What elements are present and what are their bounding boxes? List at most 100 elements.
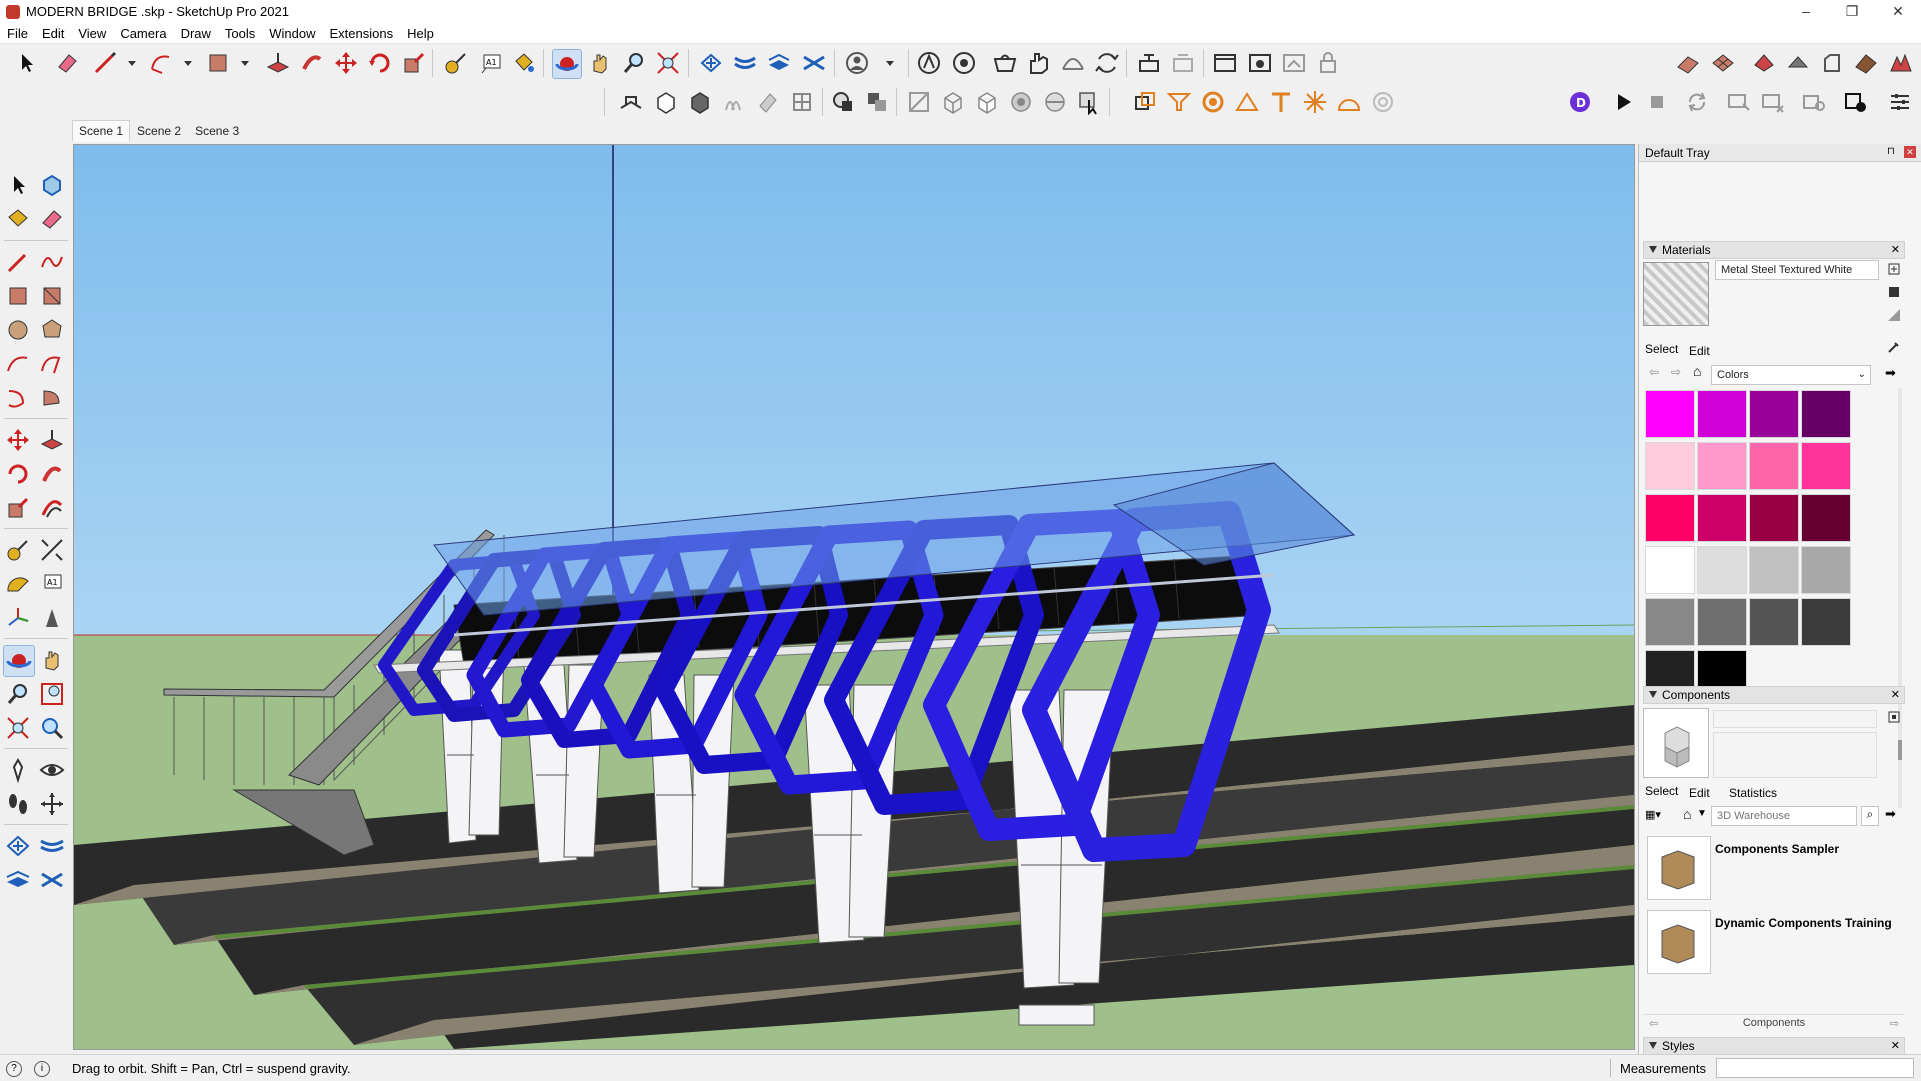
sample-paint-icon[interactable] xyxy=(1887,285,1901,299)
color-swatch[interactable] xyxy=(1749,390,1799,438)
sandbox-from-scratch-icon[interactable] xyxy=(1709,49,1737,77)
sandbox-tool-icon[interactable] xyxy=(697,49,725,77)
rectangle-tool-icon[interactable] xyxy=(204,49,232,77)
solid-tools-icon[interactable] xyxy=(863,88,891,116)
previous-view-icon[interactable] xyxy=(37,713,67,743)
drape-tool-icon[interactable] xyxy=(800,49,828,77)
shape-dropdown-icon[interactable] xyxy=(231,49,259,77)
color-swatch[interactable] xyxy=(1801,546,1851,594)
menu-edit[interactable]: Edit xyxy=(35,24,71,44)
forward-arrow-icon[interactable]: ⇨ xyxy=(1671,365,1681,379)
protractor-tool-icon[interactable] xyxy=(1233,88,1261,116)
section-plane-icon[interactable] xyxy=(37,789,67,819)
line-tool-icon[interactable] xyxy=(3,247,33,277)
back-arrow-icon[interactable]: ⇦ xyxy=(1649,365,1659,379)
color-swatch[interactable] xyxy=(1801,442,1851,490)
color-swatch[interactable] xyxy=(1697,546,1747,594)
follow-me-tool-icon[interactable] xyxy=(298,49,326,77)
component-description-field[interactable] xyxy=(1713,732,1877,778)
move-tool-icon[interactable] xyxy=(332,49,360,77)
sandbox-tool-icon[interactable] xyxy=(3,831,33,861)
sandbox-from-contours-icon[interactable] xyxy=(1674,49,1702,77)
material-name-field[interactable]: Metal Steel Textured White xyxy=(1715,260,1879,280)
style-builder-icon[interactable] xyxy=(1246,49,1274,77)
close-button[interactable]: ✕ xyxy=(1875,0,1921,24)
zoom-window-icon[interactable] xyxy=(37,679,67,709)
geo-location-status-icon[interactable]: ? xyxy=(6,1061,22,1077)
menu-camera[interactable]: Camera xyxy=(113,24,173,44)
photo-texture-icon[interactable] xyxy=(1818,49,1846,77)
component-attributes-icon[interactable] xyxy=(1199,88,1227,116)
rectangle-tool-icon[interactable] xyxy=(3,281,33,311)
color-swatch[interactable] xyxy=(1697,494,1747,542)
shadows-icon[interactable] xyxy=(1335,88,1363,116)
xray-style-icon[interactable] xyxy=(905,88,933,116)
orbit-tool-icon[interactable] xyxy=(552,49,582,79)
component-options-icon[interactable] xyxy=(1165,88,1193,116)
eraser-tool-icon[interactable] xyxy=(37,204,67,234)
textured-style-icon[interactable] xyxy=(1041,88,1069,116)
create-material-icon[interactable] xyxy=(1887,262,1901,276)
eraser-tool-icon[interactable] xyxy=(53,49,81,77)
select-tool-icon[interactable] xyxy=(12,49,40,77)
components-header[interactable]: Components ✕ xyxy=(1643,686,1905,704)
fog-icon[interactable] xyxy=(1369,88,1397,116)
section-plane-icon[interactable] xyxy=(1135,49,1163,77)
protractor-tool-icon[interactable] xyxy=(3,569,33,599)
offset-tool-icon[interactable] xyxy=(37,493,67,523)
extension-warehouse-icon[interactable] xyxy=(915,49,943,77)
outer-shell-icon[interactable] xyxy=(829,88,857,116)
lock-icon[interactable] xyxy=(1314,49,1342,77)
freehand-tool-icon[interactable] xyxy=(37,247,67,277)
select-tool-icon[interactable] xyxy=(3,170,33,200)
color-swatch[interactable] xyxy=(1749,598,1799,646)
maximize-button[interactable]: ❐ xyxy=(1829,0,1875,24)
text-tool-icon[interactable]: A1 xyxy=(477,49,505,77)
rotated-rectangle-icon[interactable] xyxy=(37,281,67,311)
styles-header[interactable]: Styles ✕ xyxy=(1643,1037,1905,1055)
pin-icon[interactable]: ⊓ xyxy=(1887,146,1895,157)
material-library-select[interactable]: Colors ⌄ xyxy=(1711,365,1871,385)
dimension-tool-icon[interactable] xyxy=(37,535,67,565)
pan-tool-icon[interactable] xyxy=(37,645,67,675)
home-icon[interactable]: ⌂ xyxy=(1683,806,1691,822)
list-item[interactable]: Components Sampler xyxy=(1647,836,1909,904)
3d-viewport[interactable] xyxy=(73,144,1635,1050)
two-point-arc-icon[interactable] xyxy=(37,349,67,379)
paint-bucket-tool-icon[interactable] xyxy=(3,204,33,234)
enscape-icon[interactable]: D xyxy=(1566,88,1594,116)
layout-icon[interactable] xyxy=(1211,49,1239,77)
materials-header[interactable]: Materials ✕ xyxy=(1643,241,1905,259)
zoom-tool-icon[interactable] xyxy=(620,49,648,77)
pie-tool-icon[interactable] xyxy=(37,383,67,413)
account-icon[interactable] xyxy=(843,49,871,77)
tab-scene-2[interactable]: Scene 2 xyxy=(130,120,188,142)
info-icon[interactable]: i xyxy=(34,1061,50,1077)
follow-me-tool-icon[interactable] xyxy=(37,459,67,489)
3d-warehouse-icon[interactable] xyxy=(991,49,1019,77)
share-component-icon[interactable] xyxy=(1025,49,1053,77)
search-icon[interactable]: ⌕ xyxy=(1861,806,1879,826)
display-section-planes-icon[interactable] xyxy=(1169,49,1197,77)
eyedropper-icon[interactable] xyxy=(1887,340,1901,354)
components-close-icon[interactable]: ✕ xyxy=(1891,687,1900,703)
standard-view-iso-icon[interactable] xyxy=(617,88,645,116)
wireframe-style-icon[interactable] xyxy=(939,88,967,116)
color-swatch[interactable] xyxy=(1697,390,1747,438)
shaded-style-icon[interactable] xyxy=(1007,88,1035,116)
minimize-button[interactable]: – xyxy=(1783,0,1829,24)
axes-tool-icon[interactable] xyxy=(3,603,33,633)
color-swatch[interactable] xyxy=(1801,598,1851,646)
smoove-tool-icon[interactable] xyxy=(37,831,67,861)
color-swatch[interactable] xyxy=(1645,442,1695,490)
color-swatch[interactable] xyxy=(1749,442,1799,490)
color-swatch[interactable] xyxy=(1645,494,1695,542)
color-swatch[interactable] xyxy=(1749,546,1799,594)
menu-draw[interactable]: Draw xyxy=(174,24,218,44)
circle-tool-icon[interactable] xyxy=(3,315,33,345)
list-item[interactable]: Dynamic Components Training xyxy=(1647,910,1909,978)
standard-view-front-icon[interactable] xyxy=(686,88,714,116)
menu-window[interactable]: Window xyxy=(262,24,322,44)
details-arrow-icon[interactable]: ➡ xyxy=(1885,365,1896,381)
standard-view-top-icon[interactable] xyxy=(652,88,680,116)
